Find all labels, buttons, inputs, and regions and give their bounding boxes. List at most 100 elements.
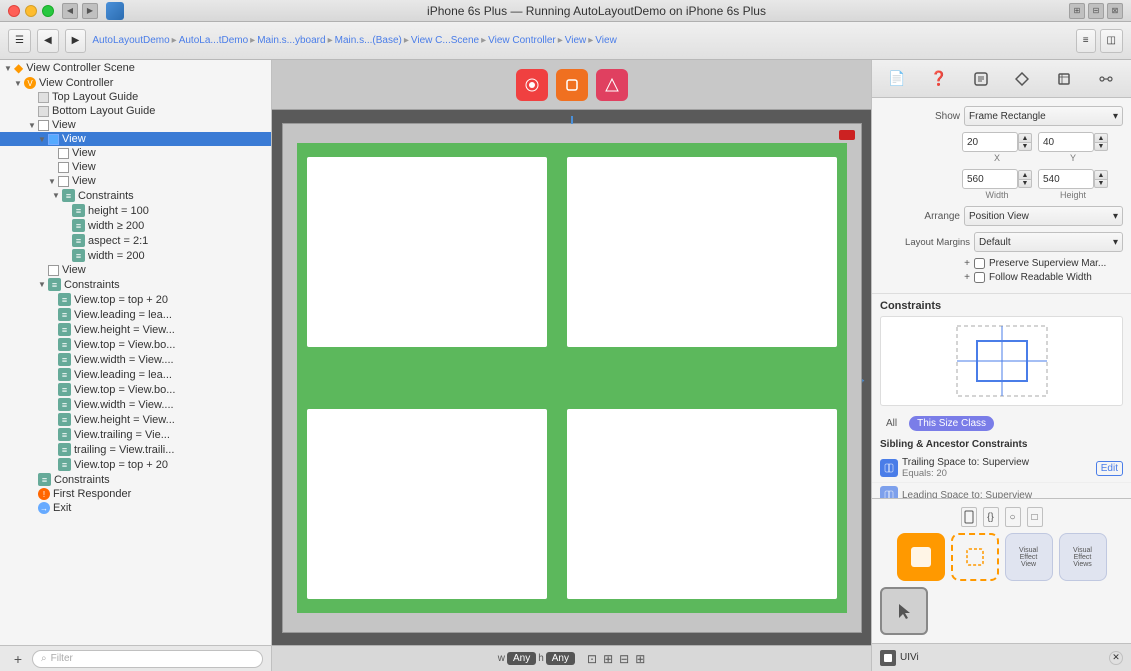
nav-constraint-vtop1[interactable]: ≡ View.top = top + 20 xyxy=(0,292,271,307)
width-stepper[interactable]: ▲ ▼ xyxy=(1018,170,1032,188)
nav-item-view-main[interactable]: ▼ View xyxy=(0,118,271,132)
breadcrumb-item[interactable]: AutoLayoutDemo xyxy=(92,35,169,46)
canvas-body[interactable]: ← → xyxy=(272,110,871,645)
fullscreen-button[interactable] xyxy=(42,5,54,17)
nav-forward-button[interactable]: ▶ xyxy=(82,3,98,19)
x-stepper[interactable]: ▲ ▼ xyxy=(1018,133,1032,151)
breadcrumb-item[interactable]: View xyxy=(565,35,587,46)
forward-btn[interactable]: ▶ xyxy=(65,29,87,53)
nav-constraint-vlead2[interactable]: ≡ View.leading = lea... xyxy=(0,367,271,382)
width-field[interactable]: 560 xyxy=(962,169,1018,189)
toggle-button[interactable]: ⊞ xyxy=(1069,3,1085,19)
y-stepper[interactable]: ▲ ▼ xyxy=(1094,133,1108,151)
x-decrement[interactable]: ▼ xyxy=(1018,142,1032,151)
nav-item-constraints-2[interactable]: ▼ ≡ Constraints xyxy=(0,277,271,292)
nav-constraint-vtop3[interactable]: ≡ View.top = View.bo... xyxy=(0,382,271,397)
zoom-in-button[interactable]: ⊞ xyxy=(603,652,613,666)
nav-constraint-width1[interactable]: ≡ width ≥ 200 xyxy=(0,218,271,233)
doc-icon[interactable] xyxy=(961,507,977,527)
height-decrement[interactable]: ▼ xyxy=(1094,179,1108,188)
breadcrumb-item[interactable]: View xyxy=(595,35,617,46)
edit-button[interactable]: Edit xyxy=(1096,461,1123,476)
y-decrement[interactable]: ▼ xyxy=(1094,142,1108,151)
height-field[interactable]: 540 xyxy=(1038,169,1094,189)
back-btn[interactable]: ◀ xyxy=(37,29,59,53)
zoom-out-button[interactable]: ⊟ xyxy=(619,652,629,666)
show-select[interactable]: Frame Rectangle ▾ xyxy=(964,106,1123,126)
nav-item-constraints-main[interactable]: ≡ Constraints xyxy=(0,472,271,487)
breadcrumb-item[interactable]: AutoLa...tDemo xyxy=(179,35,248,46)
nav-item-constraints[interactable]: ▼ ≡ Constraints xyxy=(0,188,271,203)
nav-constraint-trailing[interactable]: ≡ trailing = View.traili... xyxy=(0,442,271,457)
breadcrumb-item[interactable]: View C...Scene xyxy=(411,35,479,46)
visual-effect-views[interactable]: VisualEffectViews xyxy=(1059,533,1107,581)
h-size[interactable]: Any xyxy=(546,652,575,665)
phone-screen[interactable] xyxy=(297,143,847,613)
view-icon-dashed[interactable] xyxy=(951,533,999,581)
preserve-checkbox[interactable] xyxy=(974,258,985,269)
y-increment[interactable]: ▲ xyxy=(1094,133,1108,142)
help-btn[interactable]: ❓ xyxy=(925,66,953,92)
toolbar-nav[interactable]: ☰ xyxy=(8,29,31,53)
nav-constraint-vwidth2[interactable]: ≡ View.width = View.... xyxy=(0,397,271,412)
fullscreen-btn[interactable]: ⊠ xyxy=(1107,3,1123,19)
nav-constraint-height[interactable]: ≡ height = 100 xyxy=(0,203,271,218)
identity-btn[interactable] xyxy=(967,66,995,92)
x-increment[interactable]: ▲ xyxy=(1018,133,1032,142)
size-inspector-btn[interactable] xyxy=(1050,66,1078,92)
circle-icon[interactable]: ○ xyxy=(1005,507,1021,527)
w-size[interactable]: Any xyxy=(507,652,536,665)
breadcrumb-item[interactable]: Main.s...(Base) xyxy=(335,35,402,46)
connections-btn[interactable] xyxy=(1092,66,1120,92)
follow-checkbox[interactable] xyxy=(974,272,985,283)
nav-item-scene[interactable]: ▼ ◆ View Controller Scene xyxy=(0,60,271,76)
split-button[interactable]: ⊟ xyxy=(1088,3,1104,19)
height-stepper[interactable]: ▲ ▼ xyxy=(1094,170,1108,188)
view-icon-orange[interactable] xyxy=(897,533,945,581)
breadcrumb-item[interactable]: View Controller xyxy=(488,35,556,46)
width-decrement[interactable]: ▼ xyxy=(1018,179,1032,188)
file-inspector-btn[interactable]: 📄 xyxy=(883,66,911,92)
nav-item-first-responder[interactable]: ! First Responder xyxy=(0,487,271,501)
nav-item-view-3[interactable]: ▼ View xyxy=(0,174,271,188)
margins-select[interactable]: Default ▾ xyxy=(974,232,1123,252)
minimize-button[interactable] xyxy=(25,5,37,17)
nav-constraint-width2[interactable]: ≡ width = 200 xyxy=(0,248,271,263)
add-button[interactable]: + xyxy=(8,649,28,669)
close-uivi-button[interactable]: ✕ xyxy=(1109,651,1123,665)
nav-constraint-vtrail[interactable]: ≡ View.trailing = Vie... xyxy=(0,427,271,442)
nav-constraint-vtop4[interactable]: ≡ View.top = top + 20 xyxy=(0,457,271,472)
cursor-box[interactable] xyxy=(880,587,928,635)
tab-all[interactable]: All xyxy=(880,416,903,431)
nav-item-view-2[interactable]: View xyxy=(0,160,271,174)
nav-constraint-vlead1[interactable]: ≡ View.leading = lea... xyxy=(0,307,271,322)
nav-item-vc[interactable]: ▼ V View Controller xyxy=(0,76,271,90)
nav-item-view-selected[interactable]: ▼ View xyxy=(0,132,271,146)
nav-item-exit[interactable]: → Exit xyxy=(0,501,271,515)
grid-button[interactable]: ⊞ xyxy=(635,652,645,666)
height-increment[interactable]: ▲ xyxy=(1094,170,1108,179)
nav-constraint-vwidth1[interactable]: ≡ View.width = View.... xyxy=(0,352,271,367)
inspector-toggle[interactable]: ≡ xyxy=(1076,29,1096,53)
brace-icon[interactable]: {} xyxy=(983,507,999,527)
nav-item-view-1[interactable]: View xyxy=(0,146,271,160)
filter-placeholder[interactable]: Filter xyxy=(51,653,73,664)
nav-back-button[interactable]: ◀ xyxy=(62,3,78,19)
breadcrumb-item[interactable]: Main.s...yboard xyxy=(257,35,325,46)
close-button[interactable] xyxy=(8,5,20,17)
nav-item-view-4[interactable]: View xyxy=(0,263,271,277)
zoom-fit-button[interactable]: ⊡ xyxy=(587,652,597,666)
x-field[interactable]: 20 xyxy=(962,132,1018,152)
attributes-btn[interactable] xyxy=(1008,66,1036,92)
y-field[interactable]: 40 xyxy=(1038,132,1094,152)
square-icon[interactable]: □ xyxy=(1027,507,1043,527)
nav-constraint-aspect[interactable]: ≡ aspect = 2:1 xyxy=(0,233,271,248)
assistant-toggle[interactable]: ◫ xyxy=(1100,29,1123,53)
nav-constraint-vheight2[interactable]: ≡ View.height = View... xyxy=(0,412,271,427)
tab-size-class[interactable]: This Size Class xyxy=(909,416,994,431)
nav-item-bottom-guide[interactable]: Bottom Layout Guide xyxy=(0,104,271,118)
width-increment[interactable]: ▲ xyxy=(1018,170,1032,179)
visual-effect-view[interactable]: VisualEffectView xyxy=(1005,533,1053,581)
nav-constraint-vheight1[interactable]: ≡ View.height = View... xyxy=(0,322,271,337)
nav-constraint-vtop2[interactable]: ≡ View.top = View.bo... xyxy=(0,337,271,352)
